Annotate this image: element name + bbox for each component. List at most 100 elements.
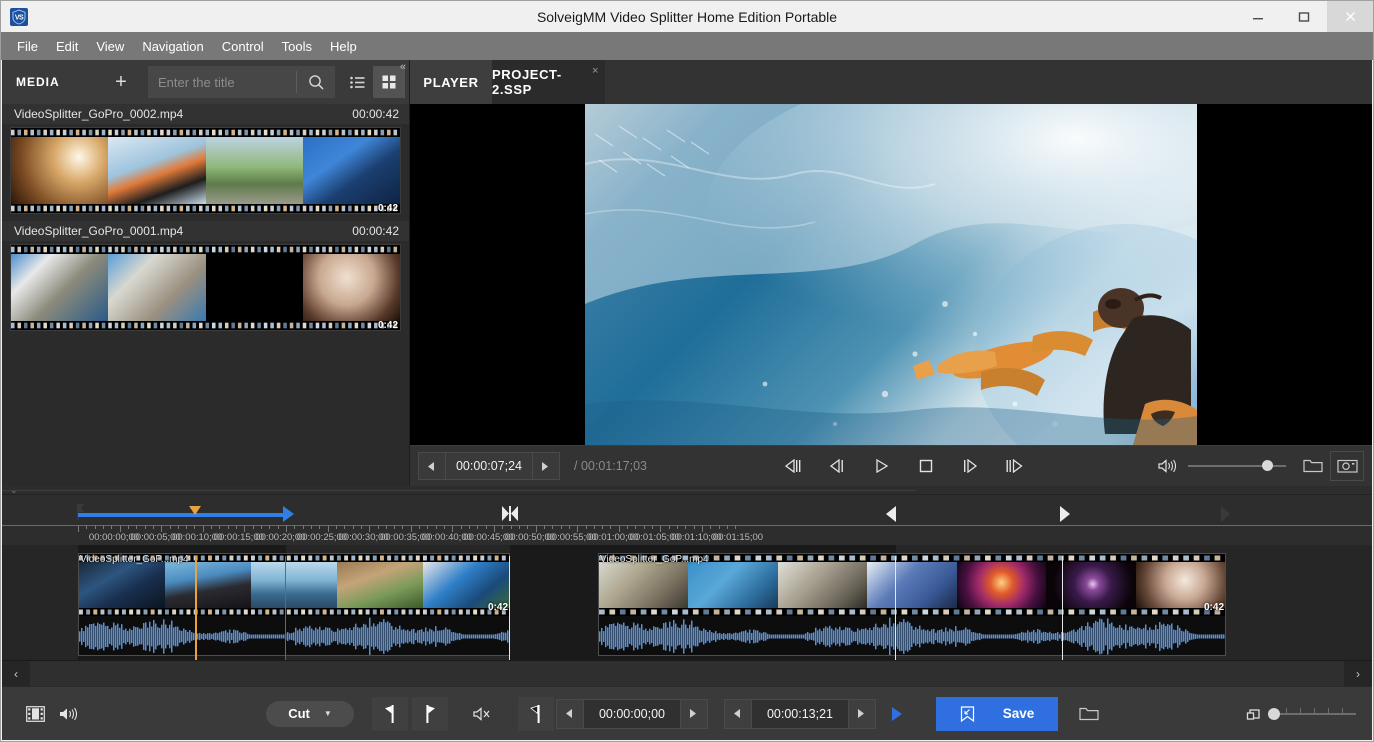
ruler-minor-tick [277, 525, 279, 529]
menu-file[interactable]: File [9, 36, 46, 57]
step-back-icon [785, 459, 801, 473]
play-button[interactable] [871, 455, 893, 477]
close-button[interactable] [1327, 1, 1373, 32]
scroll-right-button[interactable]: › [1344, 661, 1372, 687]
ruler-minor-tick [269, 525, 271, 529]
list-view-button[interactable] [341, 66, 373, 98]
menu-control[interactable]: Control [214, 36, 272, 57]
stop-button[interactable] [915, 455, 937, 477]
maximize-button[interactable] [1281, 1, 1327, 32]
timeline-end-marker[interactable] [1221, 506, 1230, 522]
tab-bar: PLAYER PROJECT-2.SSP × [410, 60, 1372, 104]
timeline-clip[interactable]: VideoSplitter_GoP...mp4 0:42 [78, 553, 510, 656]
timeline-scrollbar[interactable]: ‹ › [2, 660, 1372, 687]
scroll-left-button[interactable]: ‹ [2, 661, 30, 687]
end-time-increment[interactable] [849, 699, 875, 728]
mute-button[interactable] [466, 699, 500, 729]
current-time-value[interactable]: 00:00:07;24 [445, 453, 533, 479]
ruler-minor-tick [402, 525, 404, 529]
ruler-minor-tick [668, 525, 670, 529]
timeline: ⌄ 00:00:00;00 00:00:05;00 00:00:10;00 00… [2, 485, 1372, 687]
zoom-slider-track[interactable] [1268, 707, 1356, 721]
selection-end-value[interactable]: 00:00:13;21 [751, 699, 849, 728]
selection-range-bar[interactable] [78, 513, 286, 517]
fit-zoom-button[interactable] [1246, 706, 1266, 722]
timeline-tracks[interactable]: VideoSplitter_GoP...mp4 0:42 VideoSplitt… [2, 545, 1372, 660]
volume-knob[interactable] [1262, 460, 1273, 471]
ruler-minor-tick [502, 525, 504, 529]
search-input[interactable] [148, 66, 296, 98]
media-thumbnail-strip[interactable]: 0:42 [10, 244, 401, 331]
ruler-minor-tick [344, 525, 346, 529]
current-time-stepper[interactable]: 00:00:07;24 [418, 452, 560, 480]
tab-player[interactable]: PLAYER [410, 60, 492, 104]
timeline-clip[interactable]: VideoSplitter_GoP...mp4 0:42 [598, 553, 1226, 656]
mark-in-button[interactable] [372, 696, 408, 731]
menu-view[interactable]: View [88, 36, 132, 57]
cut-line[interactable] [1062, 556, 1063, 660]
film-perforation-bottom-icon [79, 608, 509, 616]
selection-start-handle[interactable] [77, 504, 84, 520]
volume-slider[interactable] [1188, 456, 1286, 476]
menu-edit[interactable]: Edit [48, 36, 86, 57]
timeline-ruler[interactable]: 00:00:00;00 00:00:05;00 00:00:10;00 00:00:1… [2, 525, 1372, 545]
open-project-button[interactable] [1072, 699, 1106, 729]
scrollbar-thumb[interactable] [30, 660, 1344, 687]
start-time-decrement[interactable] [557, 699, 583, 728]
media-list-item[interactable]: VideoSplitter_GoPro_0001.mp4 00:00:42 0:… [2, 221, 409, 331]
step-back-button[interactable] [783, 455, 805, 477]
time-decrement-button[interactable] [419, 453, 445, 479]
snapshot-button[interactable] [1330, 451, 1364, 481]
cut-line[interactable] [285, 556, 286, 660]
step-forward-button[interactable] [1003, 455, 1025, 477]
media-thumbnail-strip[interactable]: 0:42 [10, 127, 401, 214]
playhead[interactable] [195, 556, 197, 660]
prev-frame-button[interactable] [827, 455, 849, 477]
timeline-splitter[interactable]: ⌄ [2, 485, 1372, 495]
search-button[interactable] [297, 66, 335, 98]
collapse-panel-icon[interactable]: « [400, 61, 406, 73]
audio-track-button[interactable] [52, 699, 86, 729]
menu-navigation[interactable]: Navigation [134, 36, 211, 57]
selection-start-stepper[interactable]: 00:00:00;00 [556, 698, 708, 729]
edit-mode-dropdown[interactable]: Cut ▼ [266, 700, 354, 727]
video-preview-area[interactable] [410, 104, 1372, 445]
add-media-button[interactable]: + [102, 66, 140, 98]
ruler-minor-tick [227, 525, 229, 529]
end-time-decrement[interactable] [725, 699, 751, 728]
start-time-increment[interactable] [681, 699, 707, 728]
camera-icon [1336, 459, 1358, 473]
cut-line[interactable] [509, 556, 510, 660]
add-marker-button[interactable] [518, 696, 554, 731]
next-frame-button[interactable] [959, 455, 981, 477]
selection-end-marker[interactable] [283, 506, 294, 522]
mark-out-button[interactable] [412, 696, 448, 731]
open-file-button[interactable] [1296, 451, 1330, 481]
media-item-name: VideoSplitter_GoPro_0001.mp4 [14, 224, 184, 238]
selection-end-stepper[interactable]: 00:00:13;21 [724, 698, 876, 729]
save-button[interactable]: Save [936, 696, 1058, 731]
menu-tools[interactable]: Tools [274, 36, 320, 57]
ruler-minor-tick [677, 525, 679, 529]
play-selection-button[interactable] [882, 699, 912, 729]
media-item-duration: 00:00:42 [352, 107, 399, 121]
selection-start-value[interactable]: 00:00:00;00 [583, 699, 681, 728]
cut-line[interactable] [895, 556, 896, 660]
cut-marker-right[interactable] [1060, 506, 1070, 522]
minimize-button[interactable] [1235, 1, 1281, 32]
video-track-button[interactable] [18, 699, 52, 729]
close-tab-icon[interactable]: × [592, 65, 599, 77]
time-increment-button[interactable] [533, 453, 559, 479]
media-list[interactable]: VideoSplitter_GoPro_0002.mp4 00:00:42 0:… [2, 104, 409, 486]
bottom-toolbar: Cut ▼ 00:00:00;00 00:00:13;21 Save [2, 686, 1372, 740]
zoom-slider-knob[interactable] [1268, 707, 1280, 720]
playhead-handle[interactable] [189, 506, 201, 515]
timeline-zoom-control[interactable] [1246, 706, 1356, 722]
volume-button[interactable] [1156, 455, 1178, 477]
menu-help[interactable]: Help [322, 36, 365, 57]
cut-marker-left[interactable] [886, 506, 896, 522]
tab-project[interactable]: PROJECT-2.SSP × [492, 60, 605, 104]
media-list-item[interactable]: VideoSplitter_GoPro_0002.mp4 00:00:42 0:… [2, 104, 409, 214]
ruler-minor-tick [693, 525, 695, 529]
cut-marker-bowtie[interactable] [501, 505, 519, 522]
